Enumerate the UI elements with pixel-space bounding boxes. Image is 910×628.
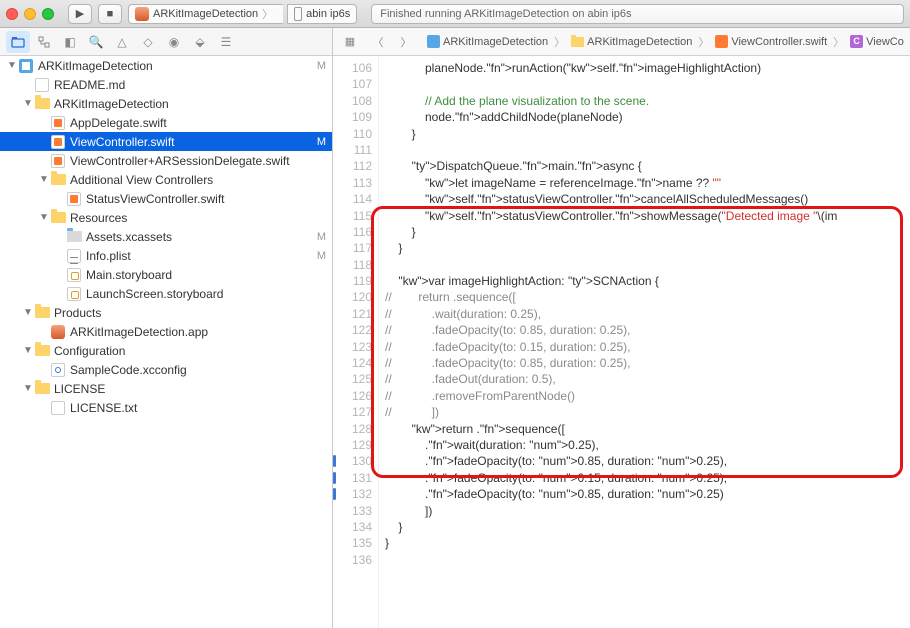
tree-row-assets[interactable]: Assets.xcassetsM xyxy=(0,227,332,246)
gauge-icon: ◉ xyxy=(169,35,179,49)
scm-icon xyxy=(37,35,51,49)
storyboard-file-icon xyxy=(67,268,81,282)
folder-icon xyxy=(51,212,66,223)
tree-row-group-arkit[interactable]: ▼ARKitImageDetection xyxy=(0,94,332,113)
swift-file-icon xyxy=(51,116,65,130)
chevron-right-icon: 〉 xyxy=(262,6,273,22)
find-navigator-tab[interactable]: 🔍 xyxy=(84,31,108,53)
swift-file-icon xyxy=(51,135,65,149)
related-items-button[interactable]: ▦ xyxy=(339,32,361,52)
line-number-gutter[interactable]: 1061071081091101111121131141151161171181… xyxy=(333,56,379,628)
swift-file-icon xyxy=(51,154,65,168)
tree-row-products[interactable]: ▼Products xyxy=(0,303,332,322)
xcode-project-icon xyxy=(19,59,33,73)
test-navigator-tab[interactable]: ◇ xyxy=(136,31,160,53)
chevron-right-icon: 〉 xyxy=(698,34,709,50)
search-icon: 🔍 xyxy=(89,35,104,49)
breadcrumb-group: ARKitImageDetection xyxy=(587,36,692,48)
breakpoint-navigator-tab[interactable]: ⬙ xyxy=(188,31,212,53)
chevron-right-icon: 〉 xyxy=(401,34,412,50)
folder-icon xyxy=(35,98,50,109)
issue-navigator-tab[interactable]: △ xyxy=(110,31,134,53)
tree-row-statusvc[interactable]: StatusViewController.swift xyxy=(0,189,332,208)
app-icon xyxy=(51,325,65,339)
navigator-sidebar: ◧ 🔍 △ ◇ ◉ ⬙ ☰ ▼ARKitImageDetectionM READ… xyxy=(0,28,333,628)
symbol-icon: ◧ xyxy=(64,35,75,49)
plist-file-icon xyxy=(67,249,81,263)
markdown-file-icon xyxy=(35,78,49,92)
tree-row-infoplist[interactable]: Info.plistM xyxy=(0,246,332,265)
swift-file-icon xyxy=(67,192,81,206)
jump-bar: ▦ 〈 〉 ARKitImageDetection 〉 ARKitImageDe… xyxy=(333,28,910,56)
folder-icon xyxy=(35,383,50,394)
run-button[interactable]: ▶ xyxy=(68,4,92,24)
breakpoint-icon: ⬙ xyxy=(195,35,204,49)
source-text[interactable]: planeNode."fn">runAction("kw">self."fn">… xyxy=(379,56,910,628)
tree-row-launchsb[interactable]: LaunchScreen.storyboard xyxy=(0,284,332,303)
play-icon: ▶ xyxy=(76,7,84,20)
tree-row-appdelegate[interactable]: AppDelegate.swift xyxy=(0,113,332,132)
debug-navigator-tab[interactable]: ◉ xyxy=(162,31,186,53)
storyboard-file-icon xyxy=(67,287,81,301)
xcode-project-icon xyxy=(427,35,440,48)
tree-row-config[interactable]: ▼Configuration xyxy=(0,341,332,360)
breadcrumb-project: ARKitImageDetection xyxy=(443,36,548,48)
source-editor[interactable]: 1061071081091101111121131141151161171181… xyxy=(333,56,910,628)
tree-row-project[interactable]: ▼ARKitImageDetectionM xyxy=(0,56,332,75)
tree-row-mainsb[interactable]: Main.storyboard xyxy=(0,265,332,284)
stop-button[interactable]: ■ xyxy=(98,4,122,24)
folder-icon xyxy=(51,174,66,185)
chevron-right-icon: 〉 xyxy=(833,34,844,50)
tree-row-license[interactable]: ▼LICENSE xyxy=(0,379,332,398)
tree-row-resources[interactable]: ▼Resources xyxy=(0,208,332,227)
toolbar: ▶ ■ ARKitImageDetection 〉 abin ip6s Fini… xyxy=(0,0,910,28)
chevron-left-icon: 〈 xyxy=(373,34,384,50)
breadcrumb-file: ViewController.swift xyxy=(731,36,827,48)
activity-status: Finished running ARKitImageDetection on … xyxy=(371,4,904,24)
minimize-window-button[interactable] xyxy=(24,8,36,20)
folder-icon xyxy=(571,37,584,47)
device-icon xyxy=(294,7,302,21)
tree-row-samplecfg[interactable]: SampleCode.xcconfig xyxy=(0,360,332,379)
report-navigator-tab[interactable]: ☰ xyxy=(214,31,238,53)
window-controls xyxy=(6,8,54,20)
class-icon: C xyxy=(850,35,863,48)
scheme-app-label: ARKitImageDetection xyxy=(153,8,258,20)
xcconfig-file-icon xyxy=(51,363,65,377)
tree-row-vcsession[interactable]: ViewController+ARSessionDelegate.swift xyxy=(0,151,332,170)
back-button[interactable]: 〈 xyxy=(367,32,389,52)
status-text: Finished running ARKitImageDetection on … xyxy=(380,8,631,20)
app-icon xyxy=(135,7,149,21)
tree-row-viewcontroller[interactable]: ViewController.swiftM xyxy=(0,132,332,151)
folder-icon xyxy=(11,35,25,49)
warning-icon: △ xyxy=(117,35,126,49)
text-file-icon xyxy=(51,401,65,415)
report-icon: ☰ xyxy=(221,35,232,49)
close-window-button[interactable] xyxy=(6,8,18,20)
tree-row-readme[interactable]: README.md xyxy=(0,75,332,94)
source-control-navigator-tab[interactable] xyxy=(32,31,56,53)
tree-row-licensetxt[interactable]: LICENSE.txt xyxy=(0,398,332,417)
folder-icon xyxy=(35,345,50,356)
chevron-right-icon: 〉 xyxy=(554,34,565,50)
scheme-selector[interactable]: ARKitImageDetection 〉 abin ip6s xyxy=(128,4,357,24)
tree-row-addvc[interactable]: ▼Additional View Controllers xyxy=(0,170,332,189)
tree-row-app[interactable]: ARKitImageDetection.app xyxy=(0,322,332,341)
navigator-selector: ◧ 🔍 △ ◇ ◉ ⬙ ☰ xyxy=(0,28,332,56)
assets-icon xyxy=(67,231,82,242)
forward-button[interactable]: 〉 xyxy=(395,32,417,52)
grid-icon: ▦ xyxy=(345,35,355,48)
breadcrumb-symbol: ViewCont xyxy=(866,36,904,48)
stop-icon: ■ xyxy=(107,8,114,20)
test-icon: ◇ xyxy=(143,35,152,49)
folder-icon xyxy=(35,307,50,318)
breadcrumb[interactable]: ARKitImageDetection 〉 ARKitImageDetectio… xyxy=(423,33,904,50)
project-navigator-tab[interactable] xyxy=(6,31,30,53)
project-tree[interactable]: ▼ARKitImageDetectionM README.md ▼ARKitIm… xyxy=(0,56,332,628)
zoom-window-button[interactable] xyxy=(42,8,54,20)
symbol-navigator-tab[interactable]: ◧ xyxy=(58,31,82,53)
swift-file-icon xyxy=(715,35,728,48)
scheme-device-label: abin ip6s xyxy=(306,8,350,20)
editor-area: ▦ 〈 〉 ARKitImageDetection 〉 ARKitImageDe… xyxy=(333,28,910,628)
